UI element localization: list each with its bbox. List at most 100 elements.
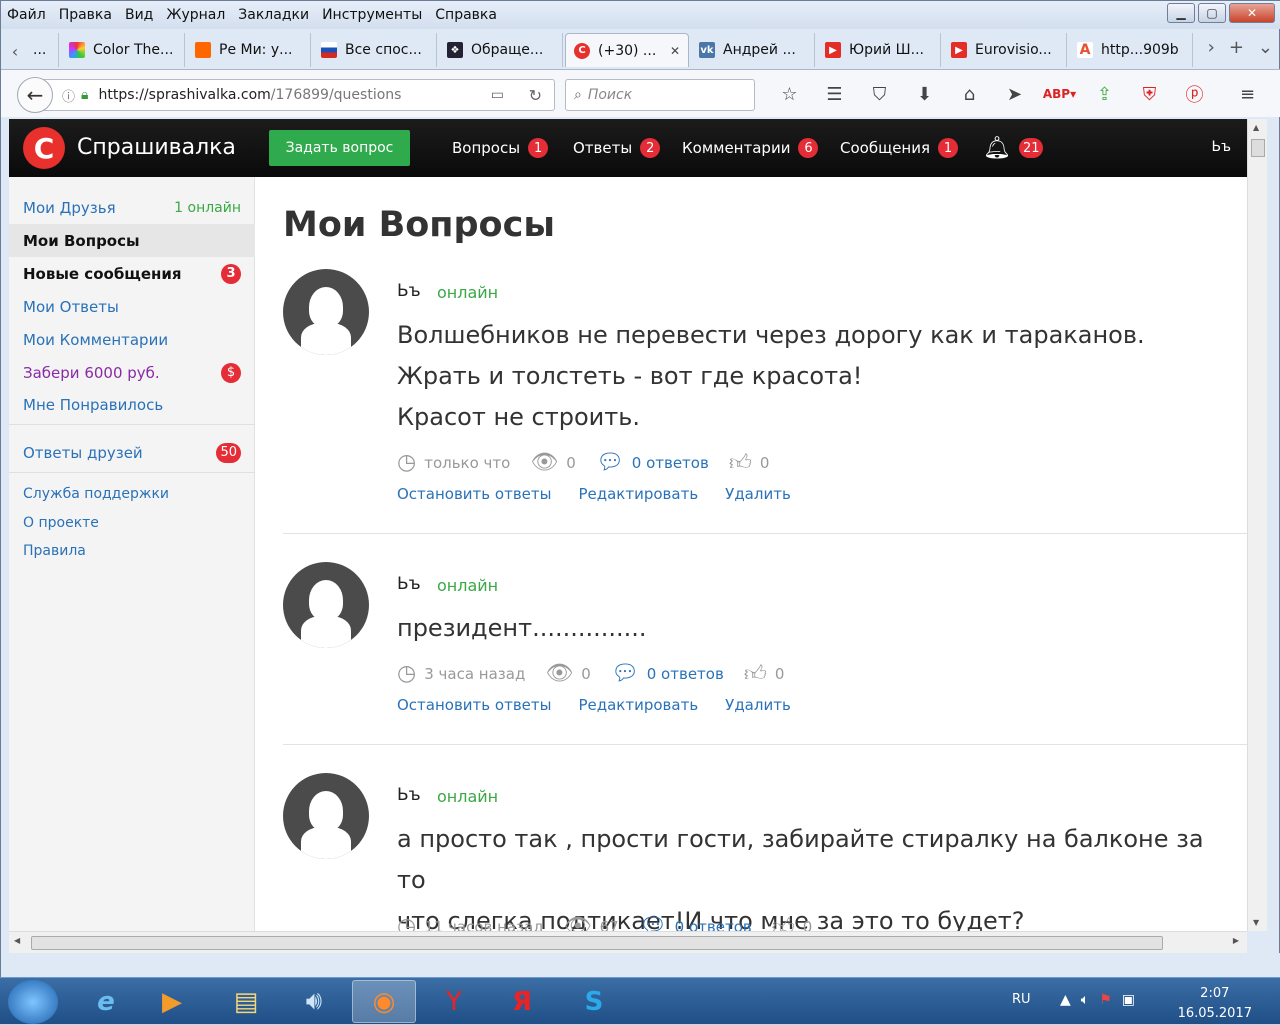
language-indicator[interactable]: RU	[1012, 992, 1031, 1007]
user-menu[interactable]: Ьъ	[1212, 139, 1232, 155]
sidebar-item-promo[interactable]: Забери 6000 руб. $	[9, 356, 255, 389]
avatar[interactable]	[283, 562, 369, 648]
menu-edit[interactable]: Правка	[59, 7, 112, 23]
stop-answers-link[interactable]: Остановить ответы	[397, 485, 551, 503]
scroll-thumb[interactable]	[31, 936, 1163, 950]
tab[interactable]: Все спос...	[313, 33, 437, 67]
yandex-browser-icon[interactable]: Y	[422, 980, 486, 1023]
edit-link[interactable]: Редактировать	[578, 696, 698, 714]
tab[interactable]: vk Андрей ...	[691, 33, 815, 67]
send-icon[interactable]: ➤	[992, 82, 1037, 106]
link-about[interactable]: О проекте	[23, 515, 99, 531]
nav-notifications[interactable]: 🔔︎ 21	[983, 119, 1044, 177]
nav-answers[interactable]: Ответы 2	[573, 119, 661, 177]
volume-icon[interactable]: 🔈︎	[1081, 992, 1089, 1008]
link-support[interactable]: Служба поддержки	[23, 486, 169, 502]
site-logo-icon[interactable]: C	[23, 127, 65, 169]
delete-link[interactable]: Удалить	[725, 485, 791, 503]
sidebar-item-my-questions[interactable]: Мои Вопросы	[9, 224, 255, 257]
scroll-right-icon[interactable]: ▶	[1233, 936, 1239, 945]
menu-view[interactable]: Вид	[125, 7, 153, 23]
menu-history[interactable]: Журнал	[166, 7, 225, 23]
site-brand[interactable]: Спрашивалка	[77, 135, 236, 160]
adblock-icon[interactable]: ABP▾	[1037, 82, 1082, 106]
home-icon[interactable]: ⌂	[947, 82, 992, 106]
yandex-icon[interactable]: Я	[490, 980, 554, 1023]
shield-extension-icon[interactable]: ⛨	[1127, 82, 1172, 106]
reader-view-icon[interactable]: ▭	[491, 87, 504, 103]
tab-active[interactable]: C (+30) ... ✕	[565, 33, 689, 67]
avatar[interactable]	[283, 269, 369, 355]
stop-answers-link[interactable]: Остановить ответы	[397, 696, 551, 714]
bookmark-star-icon[interactable]: ☆	[767, 82, 812, 106]
minimize-button[interactable]: ▁	[1167, 3, 1195, 23]
open-menu-icon[interactable]: ≡	[1225, 82, 1270, 106]
edit-link[interactable]: Редактировать	[578, 485, 698, 503]
username[interactable]: Ьъ	[397, 785, 421, 805]
tab[interactable]: Ре Ми: у...	[187, 33, 311, 67]
question-text[interactable]: Волшебников не перевести через дорогу ка…	[397, 315, 1237, 438]
scroll-up-icon[interactable]: ▲	[1253, 123, 1259, 132]
back-button[interactable]: ←	[17, 77, 53, 113]
username[interactable]: Ьъ	[397, 281, 421, 301]
skype-icon[interactable]: S	[562, 980, 626, 1023]
action-center-icon[interactable]: ⚑	[1099, 992, 1112, 1008]
close-window-button[interactable]: ✕	[1229, 3, 1275, 23]
internet-explorer-icon[interactable]: e	[74, 980, 138, 1023]
avatar[interactable]	[283, 773, 369, 859]
clock[interactable]: 2:07 16.05.2017	[1178, 984, 1252, 1024]
vertical-scrollbar[interactable]: ▲ ▼	[1247, 119, 1267, 931]
nav-messages[interactable]: Сообщения 1	[840, 119, 959, 177]
network-icon[interactable]: ▣	[1122, 992, 1135, 1008]
media-player-icon[interactable]: ▶	[140, 980, 204, 1023]
menu-bookmarks[interactable]: Закладки	[238, 7, 309, 23]
tab[interactable]: ▶ Юрий Ш...	[817, 33, 941, 67]
maximize-button[interactable]: ▢	[1198, 3, 1226, 23]
ask-question-button[interactable]: Задать вопрос	[269, 130, 410, 166]
nav-comments[interactable]: Комментарии 6	[682, 119, 819, 177]
start-button[interactable]	[8, 980, 58, 1024]
horizontal-scrollbar[interactable]: ◀ ▶	[9, 931, 1247, 953]
answers-link[interactable]: 💬︎ 0 ответов	[639, 914, 752, 931]
list-tabs-icon[interactable]: ⌄	[1258, 37, 1273, 58]
firefox-icon[interactable]: ◉	[352, 980, 416, 1023]
scroll-thumb[interactable]	[1251, 139, 1265, 157]
info-icon[interactable]: ⓘ	[62, 86, 75, 105]
tab[interactable]: ❖ Обраще...	[439, 33, 563, 67]
likes-meta[interactable]: 👍︎ 0	[744, 660, 785, 687]
menu-tools[interactable]: Инструменты	[322, 7, 422, 23]
answers-link[interactable]: 💬︎ 0 ответов	[596, 450, 709, 475]
sidebar-item-liked[interactable]: Мне Понравилось	[9, 388, 255, 421]
reload-icon[interactable]: ↻	[529, 86, 542, 105]
tab[interactable]: Color The...	[61, 33, 185, 67]
pocket-icon[interactable]: ⛉	[857, 82, 902, 106]
tab[interactable]: ▶ Eurovisio...	[943, 33, 1067, 67]
tabs-scroll-left-icon[interactable]: ‹	[5, 35, 25, 67]
sidebar-item-new-messages[interactable]: Новые сообщения 3	[9, 257, 255, 290]
address-bar[interactable]: ⓘ 🔒︎ https://sprashivalka.com/176899/que…	[35, 79, 555, 111]
menu-help[interactable]: Справка	[435, 7, 497, 23]
question-text[interactable]: президент...............	[397, 608, 1237, 649]
file-explorer-icon[interactable]: ▤	[214, 980, 278, 1023]
new-tab-icon[interactable]: +	[1229, 37, 1244, 58]
volume-mixer-icon[interactable]: 🔊︎	[282, 980, 346, 1023]
scroll-down-icon[interactable]: ▼	[1253, 918, 1259, 927]
nav-questions[interactable]: Вопросы 1	[452, 119, 549, 177]
tabs-scroll-right-icon[interactable]: ›	[1208, 37, 1215, 58]
sidebar-item-my-answers[interactable]: Мои Ответы	[9, 290, 255, 323]
username[interactable]: Ьъ	[397, 574, 421, 594]
tab[interactable]: Ahttp...909b	[1069, 33, 1193, 67]
likes-meta[interactable]: 👍︎ 0	[772, 913, 813, 931]
green-extension-icon[interactable]: ⇪	[1082, 82, 1127, 106]
likes-meta[interactable]: 👍︎ 0	[729, 449, 770, 476]
delete-link[interactable]: Удалить	[725, 696, 791, 714]
scroll-left-icon[interactable]: ◀	[14, 936, 20, 945]
download-icon[interactable]: ⬇	[902, 82, 947, 106]
sidebar-item-friends[interactable]: Мои Друзья 1 онлайн	[9, 191, 255, 224]
sidebar-item-friend-answers[interactable]: Ответы друзей 50	[9, 436, 255, 469]
answers-link[interactable]: 💬︎ 0 ответов	[611, 661, 724, 686]
menu-file[interactable]: Файл	[7, 7, 46, 23]
search-input[interactable]: ⌕ Поиск	[565, 79, 755, 111]
tab[interactable]: ...	[25, 33, 59, 67]
sidebar-item-my-comments[interactable]: Мои Комментарии	[9, 323, 255, 356]
